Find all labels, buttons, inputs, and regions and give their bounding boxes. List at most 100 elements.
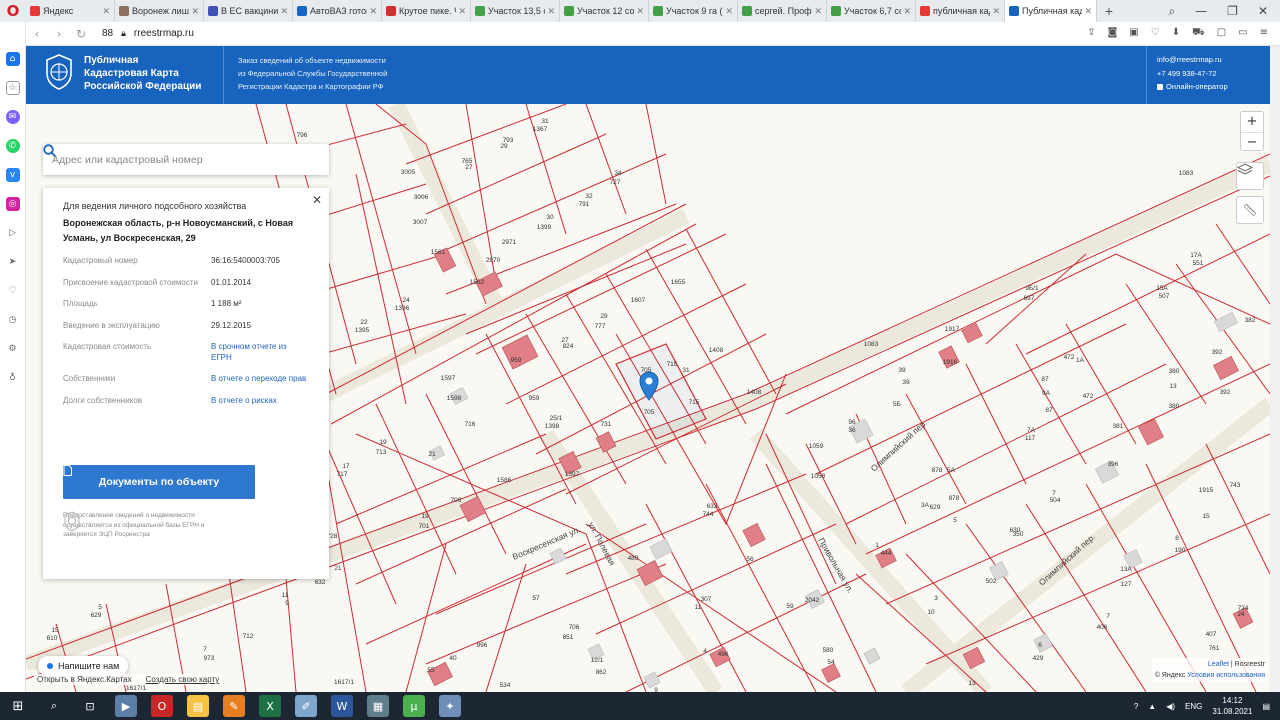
opera-menu-icon[interactable]: O [0, 0, 26, 22]
search-input[interactable] [52, 153, 320, 166]
browser-tab[interactable]: сергей. Профи ✕ [738, 0, 827, 22]
brand-title[interactable]: Публичная Кадастровая Карта Российской Ф… [84, 54, 224, 93]
zoom-out-button[interactable]: − [1241, 132, 1263, 152]
email-link[interactable]: info@rreestrmap.ru [1157, 53, 1228, 67]
windows-start-icon[interactable]: ⊞ [7, 695, 29, 717]
browser-tab[interactable]: Воронеж лишн ✕ [115, 0, 204, 22]
instagram-icon[interactable]: ◎ [5, 197, 20, 211]
close-icon[interactable]: ✕ [1084, 6, 1092, 17]
close-window-icon[interactable]: ✕ [1258, 4, 1268, 19]
back-icon[interactable]: ‹ [26, 27, 48, 41]
open-yandex-link[interactable]: Открыть в Яндекс.Картах [37, 675, 132, 684]
maximize-icon[interactable]: ❐ [1227, 4, 1238, 19]
wallet-icon[interactable]: ▭ [1238, 27, 1247, 40]
menu-icon[interactable]: ≡ [1260, 27, 1268, 40]
close-icon[interactable]: ✕ [725, 6, 733, 17]
close-icon[interactable]: ✕ [280, 6, 288, 17]
create-map-link[interactable]: Создать свою карту [146, 675, 220, 684]
info-value[interactable]: В срочном отчете из ЕГРН [211, 342, 309, 363]
close-icon[interactable]: ✕ [310, 193, 324, 207]
browser-tab[interactable]: Участок 6,7 сот✕ [827, 0, 916, 22]
search-icon[interactable] [43, 144, 56, 157]
zoom-in-button[interactable]: + [1241, 112, 1263, 132]
settings-icon[interactable]: ⚙ [5, 342, 20, 356]
extension-icon[interactable]: ▣ [1129, 27, 1138, 40]
media-player-icon[interactable]: ▶ [115, 695, 137, 717]
onenote-icon[interactable]: ✐ [295, 695, 317, 717]
ruler-button[interactable]: 📏︎ [1236, 196, 1264, 224]
phone-link[interactable]: +7 499 938-47-72 [1157, 67, 1228, 81]
close-icon[interactable]: ✕ [814, 6, 822, 17]
network-icon[interactable]: ▲ [1148, 702, 1156, 711]
clock[interactable]: 14:12 31.08.2021 [1212, 695, 1252, 717]
bulb-icon[interactable]: ♁ [5, 371, 20, 385]
new-tab-button[interactable]: + [1097, 3, 1121, 19]
box-icon[interactable]: ▢ [1217, 27, 1226, 40]
browser-tab[interactable]: Крутое пике. Ч ✕ [382, 0, 471, 22]
speed-dial-count[interactable]: 88 [102, 28, 113, 39]
heart-icon[interactable]: ♡ [5, 284, 20, 298]
player-icon[interactable]: ▷ [5, 226, 20, 240]
terms-link[interactable]: Условия использования [1187, 672, 1265, 679]
share-icon[interactable]: ⇪ [1087, 27, 1095, 40]
camera-icon[interactable]: ◙ [1108, 27, 1118, 40]
search-app-icon[interactable]: ⌕ [43, 695, 65, 717]
notifications-icon[interactable]: ▤ [1262, 702, 1270, 711]
cadastral-map[interactable]: Воскресенская ул. ул. Полевая Олимпийски… [26, 104, 1270, 692]
paint-app-icon[interactable]: ✦ [439, 695, 461, 717]
browser-tab[interactable]: Участок 13,5 сс✕ [471, 0, 560, 22]
close-icon[interactable]: ✕ [636, 6, 644, 17]
browser-tab[interactable]: В ЕС вакцинир ✕ [204, 0, 293, 22]
close-icon[interactable]: ✕ [369, 6, 377, 17]
whatsapp-icon[interactable]: ✆ [5, 139, 20, 153]
search-icon[interactable]: ⌕ [1168, 4, 1175, 19]
layers-button[interactable] [1236, 162, 1264, 190]
language-indicator[interactable]: ENG [1185, 702, 1202, 711]
browser-tab[interactable]: Яндекс ✕ [26, 0, 115, 22]
browser-tab[interactable]: АвтоВАЗ готов ✕ [293, 0, 382, 22]
utorrent-icon[interactable]: µ [403, 695, 425, 717]
volume-icon[interactable]: ◀) [1166, 702, 1175, 711]
opera-icon[interactable]: O [151, 695, 173, 717]
star-icon[interactable]: ☆ [5, 81, 20, 95]
url-field[interactable]: rreestrmap.ru [134, 28, 194, 39]
page-scrollbar[interactable] [1270, 46, 1280, 692]
close-icon[interactable]: ✕ [102, 6, 110, 17]
close-icon[interactable]: ✕ [992, 6, 1000, 17]
info-value[interactable]: В отчете о рисках [211, 396, 309, 407]
forward-icon[interactable]: › [48, 27, 70, 41]
close-icon[interactable]: ✕ [191, 6, 199, 17]
chat-widget-button[interactable]: Напишите нам [38, 656, 129, 676]
browser-tab[interactable]: Участок 9 га (С ✕ [649, 0, 738, 22]
browser-tab[interactable]: публичная када✕ [916, 0, 1005, 22]
leaflet-link[interactable]: Leaflet [1208, 661, 1229, 668]
minimize-icon[interactable]: — [1195, 4, 1207, 19]
reload-icon[interactable]: ↻ [70, 27, 92, 41]
send-icon[interactable]: ➤ [5, 255, 20, 269]
online-operator-link[interactable]: Онлайн-оператор [1157, 80, 1228, 94]
explorer-icon[interactable]: ▤ [187, 695, 209, 717]
bookmark-icon[interactable]: ♡ [1151, 27, 1160, 40]
home-icon[interactable]: ⌂ [5, 52, 20, 66]
documents-button[interactable]: Документы по объекту [63, 465, 255, 499]
download-icon[interactable]: ⬇ [1172, 27, 1180, 40]
word-icon[interactable]: W [331, 695, 353, 717]
ms-paint-icon[interactable]: ✎ [223, 695, 245, 717]
close-icon[interactable]: ✕ [547, 6, 555, 17]
help-icon[interactable]: ? [1134, 702, 1138, 711]
tab-active[interactable]: Публичная када ✕ [1005, 0, 1097, 22]
browser-tab[interactable]: Участок 12 сот ✕ [560, 0, 649, 22]
excel-icon[interactable]: X [259, 695, 281, 717]
logo-icon[interactable] [44, 53, 74, 91]
history-icon[interactable]: ◷ [5, 313, 20, 327]
parcel-number-label: 3 [934, 595, 938, 602]
messenger-icon[interactable]: ✉ [5, 110, 20, 124]
info-value[interactable]: В отчете о переходе прав [211, 374, 309, 385]
calculator-icon[interactable]: ▦ [367, 695, 389, 717]
taskview-icon[interactable]: ⊡ [79, 695, 101, 717]
close-icon[interactable]: ✕ [458, 6, 466, 17]
cart-icon[interactable]: ⛟ [1192, 27, 1205, 40]
close-icon[interactable]: ✕ [903, 6, 911, 17]
parcel-number-label: 380 [1169, 368, 1180, 375]
vk-icon[interactable]: v [5, 168, 20, 182]
